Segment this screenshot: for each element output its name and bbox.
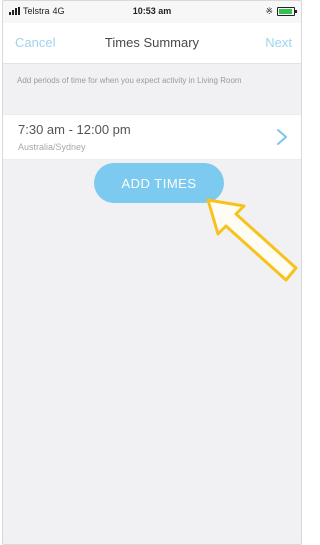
page-title: Times Summary [104,35,200,50]
time-entry-row[interactable]: 7:30 am - 12:00 pm Australia/Sydney [3,114,301,160]
navigation-bar: Cancel Times Summary Next [3,23,301,64]
battery-icon [277,7,297,16]
chevron-right-icon [277,129,287,145]
status-right: ※ [265,6,297,17]
status-time: 10:53 am [132,6,172,16]
annotation-arrow-icon [206,198,298,282]
status-bar: Telstra 4G 10:53 am ※ [3,1,301,23]
instruction-text: Add periods of time for when you expect … [17,76,242,85]
time-range-label: 7:30 am - 12:00 pm [18,122,131,137]
timezone-label: Australia/Sydney [18,142,86,152]
bluetooth-icon: ※ [265,6,273,16]
next-button[interactable]: Next [265,35,292,50]
